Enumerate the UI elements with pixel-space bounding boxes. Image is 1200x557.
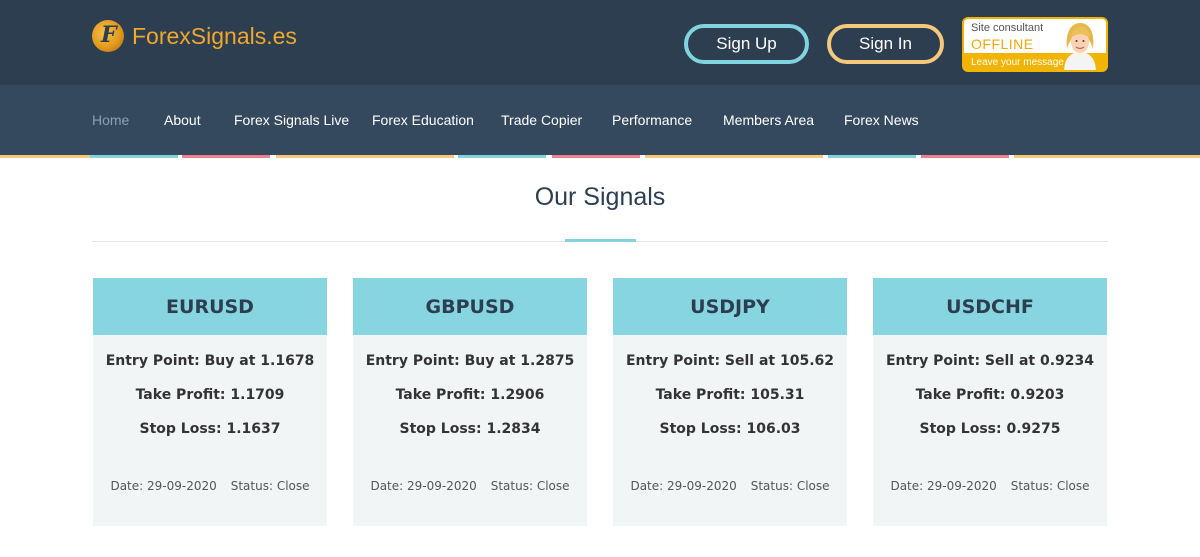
signal-status: Status: Close (490, 479, 570, 493)
nav-item-forex-signals-live[interactable]: Forex Signals Live (234, 112, 349, 128)
nav-item-performance[interactable]: Performance (612, 112, 692, 128)
signal-take-profit: Take Profit: 1.2906 (395, 387, 545, 403)
signal-take-profit: Take Profit: 0.9203 (915, 387, 1065, 403)
consultant-title: Site consultant (971, 22, 1044, 34)
signal-entry: Entry Point: Buy at 1.2875 (365, 353, 575, 369)
nav-item-members-area[interactable]: Members Area (723, 112, 814, 128)
main-navigation: Home About Forex Signals Live Forex Educ… (0, 85, 1200, 155)
signal-stop-loss: Stop Loss: 0.9275 (919, 421, 1061, 437)
consultant-message-link[interactable]: Leave your message (971, 57, 1064, 68)
stripe-segment (458, 155, 546, 158)
signal-status: Status: Close (230, 479, 310, 493)
signal-pair: USDJPY (613, 278, 847, 335)
site-consultant-widget[interactable]: Site consultant OFFLINE Leave your messa… (962, 17, 1108, 72)
signal-date: Date: 29-09-2020 (630, 479, 737, 493)
sign-up-button[interactable]: Sign Up (684, 24, 809, 64)
signal-date: Date: 29-09-2020 (890, 479, 997, 493)
stripe-segment (276, 155, 454, 158)
signal-pair: GBPUSD (353, 278, 587, 335)
signal-entry: Entry Point: Sell at 105.62 (625, 353, 835, 369)
section-divider-accent (565, 239, 636, 242)
nav-item-forex-news[interactable]: Forex News (844, 112, 919, 128)
stripe-segment (0, 155, 90, 158)
signal-take-profit: Take Profit: 1.1709 (135, 387, 285, 403)
signal-card-usdchf: USDCHF Entry Point: Sell at 0.9234 Take … (873, 278, 1107, 526)
stripe-segment (182, 155, 270, 158)
signal-pair: EURUSD (93, 278, 327, 335)
signal-stop-loss: Stop Loss: 1.1637 (139, 421, 281, 437)
nav-item-forex-education[interactable]: Forex Education (372, 112, 474, 128)
top-header: F ForexSignals.es Sign Up Sign In Site c… (0, 0, 1200, 85)
signal-stop-loss: Stop Loss: 106.03 (659, 421, 801, 437)
signal-footer: Date: 29-09-2020 Status: Close (873, 479, 1107, 493)
signal-status: Status: Close (750, 479, 830, 493)
signal-footer: Date: 29-09-2020 Status: Close (93, 479, 327, 493)
signal-entry: Entry Point: Buy at 1.1678 (105, 353, 315, 369)
nav-item-trade-copier[interactable]: Trade Copier (501, 112, 582, 128)
signal-status: Status: Close (1010, 479, 1090, 493)
signal-card-usdjpy: USDJPY Entry Point: Sell at 105.62 Take … (613, 278, 847, 526)
logo-text: ForexSignals.es (132, 22, 297, 49)
stripe-segment (645, 155, 823, 158)
nav-item-about[interactable]: About (164, 112, 201, 128)
signal-pair: USDCHF (873, 278, 1107, 335)
signal-take-profit: Take Profit: 105.31 (655, 387, 805, 403)
signal-entry: Entry Point: Sell at 0.9234 (885, 353, 1095, 369)
sign-in-button[interactable]: Sign In (827, 24, 944, 64)
consultant-avatar-icon (1064, 23, 1096, 70)
section-title: Our Signals (534, 183, 666, 211)
signal-stop-loss: Stop Loss: 1.2834 (399, 421, 541, 437)
signal-footer: Date: 29-09-2020 Status: Close (613, 479, 847, 493)
stripe-segment (1014, 155, 1200, 158)
logo-letter: F (101, 22, 117, 48)
stripe-segment (552, 155, 640, 158)
signal-card-eurusd: EURUSD Entry Point: Buy at 1.1678 Take P… (93, 278, 327, 526)
nav-item-home[interactable]: Home (92, 112, 129, 128)
signal-date: Date: 29-09-2020 (370, 479, 477, 493)
signal-date: Date: 29-09-2020 (110, 479, 217, 493)
signal-footer: Date: 29-09-2020 Status: Close (353, 479, 587, 493)
stripe-segment (828, 155, 916, 158)
logo-mark-icon: F (92, 20, 124, 52)
consultant-status: OFFLINE (971, 36, 1034, 52)
signal-card-gbpusd: GBPUSD Entry Point: Buy at 1.2875 Take P… (353, 278, 587, 526)
nav-color-stripes (0, 155, 1200, 158)
stripe-segment (90, 155, 178, 158)
stripe-segment (921, 155, 1009, 158)
site-logo[interactable]: F ForexSignals.es (92, 20, 297, 52)
